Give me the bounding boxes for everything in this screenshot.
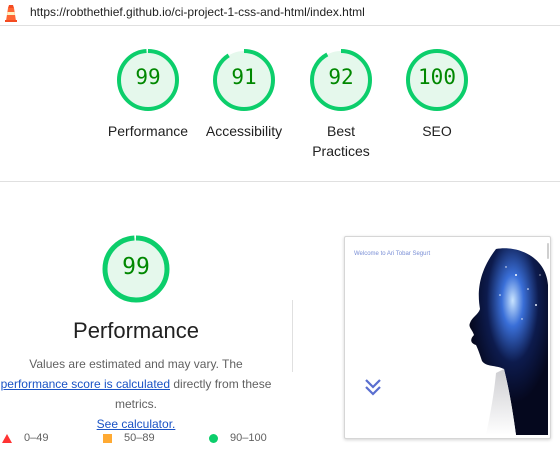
head-silhouette-image <box>469 248 548 435</box>
see-calculator-link[interactable]: See calculator. <box>97 417 176 431</box>
legend-average: 50–89 <box>103 432 155 444</box>
gauge-accessibility[interactable]: 91 Accessibility <box>206 47 282 139</box>
gauge-label-accessibility: Accessibility <box>205 123 283 139</box>
score-calculation-link[interactable]: performance score is calculated <box>1 377 170 391</box>
score-best-practices: 92 <box>328 65 354 89</box>
double-chevron-down-icon[interactable] <box>363 377 383 397</box>
screenshot-welcome-text: Welcome to Ari Tobar Segurt <box>354 251 431 257</box>
screenshot-scrollbar <box>547 243 549 259</box>
vertical-divider <box>292 300 293 372</box>
section-divider <box>0 181 560 182</box>
performance-score-large: 99 <box>122 254 150 280</box>
final-screenshot[interactable]: Welcome to Ari Tobar Segurt <box>344 236 551 439</box>
legend-average-label: 50–89 <box>124 432 155 444</box>
legend-fail: 0–49 <box>2 432 48 444</box>
lighthouse-icon <box>5 5 17 22</box>
gauge-label-best-practices: Best Practices <box>312 123 370 159</box>
gauge-performance[interactable]: 99 Performance <box>108 47 188 139</box>
score-performance: 99 <box>135 65 161 89</box>
legend-pass-label: 90–100 <box>230 432 267 444</box>
legend-fail-label: 0–49 <box>24 432 49 444</box>
gauge-label-seo: SEO <box>422 123 452 139</box>
report-header: https://robthethief.github.io/ci-project… <box>0 0 560 26</box>
average-square-icon <box>103 433 112 443</box>
fail-triangle-icon <box>2 433 12 443</box>
page-url[interactable]: https://robthethief.github.io/ci-project… <box>30 5 365 19</box>
gauge-label-performance: Performance <box>107 123 189 139</box>
pass-circle-icon <box>209 433 218 443</box>
gauge-best-practices[interactable]: 92 Best Practices <box>308 47 374 159</box>
performance-description: Values are estimated and may vary. The p… <box>0 354 272 434</box>
score-accessibility: 91 <box>231 65 257 89</box>
gauge-performance-large: 99 <box>101 234 171 304</box>
score-seo: 100 <box>418 65 456 89</box>
legend-pass: 90–100 <box>209 432 267 444</box>
description-text: Values are estimated and may vary. The <box>29 357 243 371</box>
performance-heading: Performance <box>73 318 199 343</box>
gauge-seo[interactable]: 100 SEO <box>404 47 470 139</box>
